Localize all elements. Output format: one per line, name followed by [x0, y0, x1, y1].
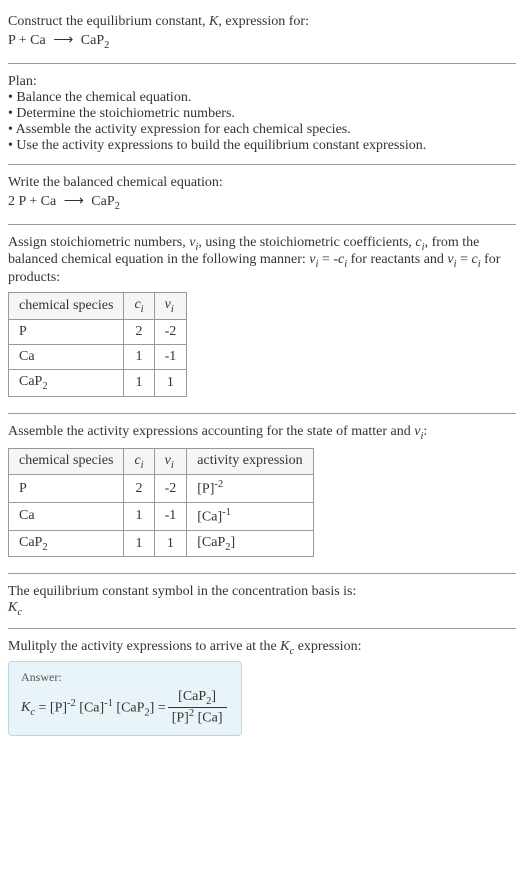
- fraction-denominator: [P]2 [Ca]: [168, 708, 227, 727]
- activity-section: Assemble the activity expressions accoun…: [8, 418, 516, 570]
- stoich-section: Assign stoichiometric numbers, νi, using…: [8, 229, 516, 409]
- table-cell: -1: [154, 503, 187, 531]
- stoich-text: Assign stoichiometric numbers, νi, using…: [8, 235, 516, 287]
- intro-text: Construct the equilibrium constant, K, e…: [8, 14, 516, 30]
- plan-item: • Balance the chemical equation.: [8, 90, 516, 106]
- table-cell: P: [9, 475, 124, 503]
- divider: [8, 164, 516, 165]
- table-header: chemical species: [9, 293, 124, 320]
- table-cell: P: [9, 319, 124, 344]
- plan-heading: Plan:: [8, 74, 516, 90]
- symbol-heading: The equilibrium constant symbol in the c…: [8, 584, 516, 600]
- answer-lhs: Kc = [P]-2 [Ca]-1 [CaP2] =: [21, 698, 166, 718]
- table-cell: Ca: [9, 344, 124, 369]
- table-row: Ca 1 -1 [Ca]-1: [9, 503, 314, 531]
- table-row: CaP2 1 1 [CaP2]: [9, 530, 314, 557]
- activity-heading: Assemble the activity expressions accoun…: [8, 424, 516, 442]
- divider: [8, 573, 516, 574]
- multiply-heading: Mulitply the activity expressions to arr…: [8, 639, 516, 657]
- table-header: activity expression: [187, 448, 313, 475]
- plan-section: Plan: • Balance the chemical equation. •…: [8, 68, 516, 160]
- answer-fraction: [CaP2] [P]2 [Ca]: [168, 689, 227, 726]
- symbol-value: Kc: [8, 600, 516, 618]
- table-cell: [Ca]-1: [187, 503, 313, 531]
- table-header-row: chemical species ci νi activity expressi…: [9, 448, 314, 475]
- stoich-table: chemical species ci νi P 2 -2 Ca 1 -1 Ca…: [8, 292, 187, 397]
- table-header: νi: [154, 448, 187, 475]
- answer-label: Answer:: [21, 670, 229, 685]
- table-cell: 1: [124, 530, 154, 557]
- table-cell: CaP2: [9, 369, 124, 396]
- intro-equation: P + Ca ⟶ CaP2: [8, 30, 516, 53]
- table-cell: -2: [154, 319, 187, 344]
- table-cell: 1: [124, 344, 154, 369]
- table-header-row: chemical species ci νi: [9, 293, 187, 320]
- table-header: νi: [154, 293, 187, 320]
- table-cell: CaP2: [9, 530, 124, 557]
- table-cell: -1: [154, 344, 187, 369]
- table-row: P 2 -2: [9, 319, 187, 344]
- plan-item: • Assemble the activity expression for e…: [8, 122, 516, 138]
- fraction-numerator: [CaP2]: [168, 689, 227, 708]
- table-header: ci: [124, 448, 154, 475]
- divider: [8, 224, 516, 225]
- divider: [8, 63, 516, 64]
- plan-item: • Use the activity expressions to build …: [8, 138, 516, 154]
- table-cell: Ca: [9, 503, 124, 531]
- table-cell: 1: [154, 530, 187, 557]
- table-header: chemical species: [9, 448, 124, 475]
- balanced-equation: 2 P + Ca ⟶ CaP2: [8, 191, 516, 214]
- plan-item: • Determine the stoichiometric numbers.: [8, 106, 516, 122]
- divider: [8, 628, 516, 629]
- table-row: CaP2 1 1: [9, 369, 187, 396]
- table-row: Ca 1 -1: [9, 344, 187, 369]
- balanced-heading: Write the balanced chemical equation:: [8, 175, 516, 191]
- symbol-section: The equilibrium constant symbol in the c…: [8, 578, 516, 624]
- answer-box: Answer: Kc = [P]-2 [Ca]-1 [CaP2] = [CaP2…: [8, 661, 242, 735]
- table-cell: 1: [124, 369, 154, 396]
- answer-equation: Kc = [P]-2 [Ca]-1 [CaP2] = [CaP2] [P]2 […: [21, 689, 229, 726]
- table-cell: 1: [124, 503, 154, 531]
- table-cell: 1: [154, 369, 187, 396]
- table-cell: 2: [124, 475, 154, 503]
- divider: [8, 413, 516, 414]
- intro-section: Construct the equilibrium constant, K, e…: [8, 8, 516, 59]
- table-cell: [P]-2: [187, 475, 313, 503]
- table-cell: -2: [154, 475, 187, 503]
- table-header: ci: [124, 293, 154, 320]
- multiply-section: Mulitply the activity expressions to arr…: [8, 633, 516, 741]
- activity-table: chemical species ci νi activity expressi…: [8, 448, 314, 558]
- table-cell: [CaP2]: [187, 530, 313, 557]
- table-cell: 2: [124, 319, 154, 344]
- table-row: P 2 -2 [P]-2: [9, 475, 314, 503]
- balanced-section: Write the balanced chemical equation: 2 …: [8, 169, 516, 220]
